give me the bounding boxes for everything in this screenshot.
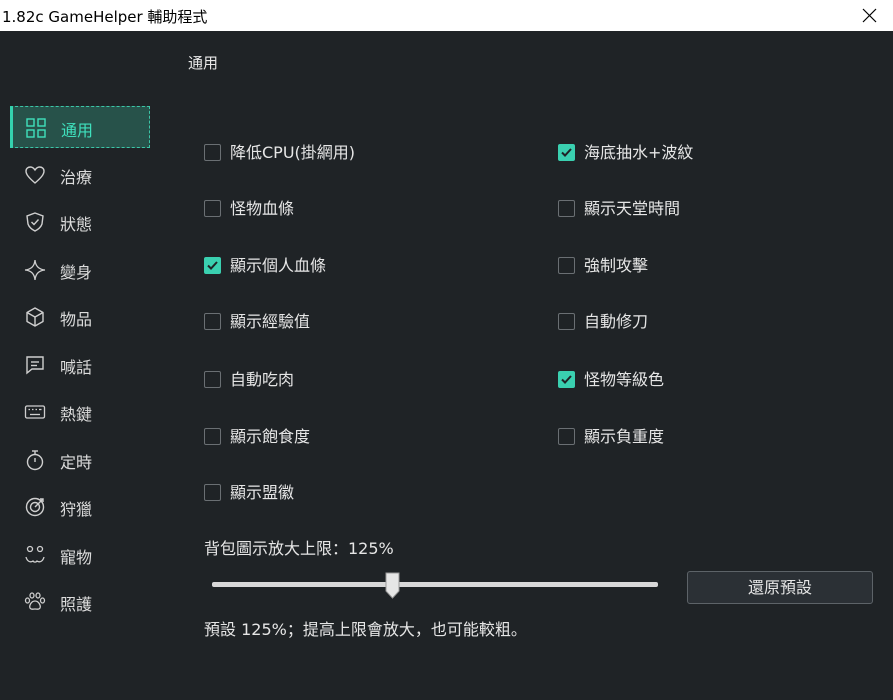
chat-icon (26, 356, 44, 375)
sidebar-item-label: 寵物 (60, 548, 93, 567)
sidebar-item-heal[interactable]: 治療 (10, 154, 150, 196)
shield-icon (26, 212, 44, 232)
sidebar-item-label: 照護 (60, 595, 93, 614)
sidebar-item-items[interactable]: 物品 (10, 296, 150, 338)
slider-label: 背包圖示放大上限：125% (204, 539, 394, 558)
check-icon (207, 261, 218, 270)
slider-thumb[interactable] (385, 572, 400, 599)
option-label: 降低CPU(掛網用) (230, 143, 356, 162)
sidebar-item-care[interactable]: 照護 (10, 581, 150, 623)
checkbox[interactable] (204, 257, 221, 274)
grid-icon (26, 118, 46, 138)
checkbox[interactable] (204, 313, 221, 330)
slider-hint: 預設 125%；提高上限會放大，也可能較粗。 (204, 620, 527, 639)
title-bar: 1.82c GameHelper 輔助程式 (0, 0, 893, 31)
heart-icon (25, 166, 45, 184)
option-label: 怪物等級色 (584, 370, 665, 389)
checkbox[interactable] (558, 428, 575, 445)
option-label: 自動修刀 (584, 312, 649, 331)
sidebar-item-label: 狩獵 (60, 500, 93, 519)
checkbox[interactable] (204, 371, 221, 388)
checkbox[interactable] (558, 200, 575, 217)
sidebar-item-general[interactable]: 通用 (10, 106, 150, 148)
sidebar-item-timer[interactable]: 定時 (10, 439, 150, 481)
sidebar-item-label: 定時 (60, 453, 93, 472)
slider-track[interactable] (212, 582, 658, 587)
close-icon (862, 8, 877, 23)
sidebar-item-transform[interactable]: 變身 (10, 249, 150, 291)
checkbox[interactable] (558, 371, 575, 388)
checkbox[interactable] (204, 484, 221, 501)
sidebar-item-pet[interactable]: 寵物 (10, 534, 150, 576)
window-title: 1.82c GameHelper 輔助程式 (2, 8, 208, 26)
option-label: 顯示天堂時間 (584, 199, 681, 218)
option-label: 強制攻擊 (584, 256, 649, 275)
slider-handle-icon (385, 572, 400, 599)
option-label: 自動吃肉 (230, 370, 295, 389)
checkbox[interactable] (558, 313, 575, 330)
target-icon (25, 497, 45, 517)
option-label: 顯示經驗值 (230, 312, 311, 331)
option-label: 顯示飽食度 (230, 427, 311, 446)
option-label: 顯示負重度 (584, 427, 665, 446)
stopwatch-icon (26, 450, 44, 471)
close-button[interactable] (847, 0, 893, 31)
checkbox[interactable] (558, 144, 575, 161)
check-icon (561, 148, 572, 157)
reset-defaults-button[interactable]: 還原預設 (687, 571, 873, 604)
sidebar-item-chat[interactable]: 喊話 (10, 344, 150, 386)
sidebar-item-label: 變身 (60, 263, 93, 282)
pet-face-icon (25, 545, 45, 563)
sidebar-item-hunting[interactable]: 狩獵 (10, 486, 150, 528)
option-label: 海底抽水+波紋 (584, 143, 694, 162)
sidebar-item-label: 狀態 (60, 215, 93, 234)
keyboard-icon (24, 405, 46, 419)
cube-icon (26, 307, 44, 327)
sidebar-item-label: 物品 (60, 310, 93, 329)
option-label: 顯示盟徽 (230, 483, 295, 502)
checkbox[interactable] (204, 144, 221, 161)
sidebar-item-label: 通用 (61, 121, 94, 140)
sidebar-item-label: 治療 (60, 168, 93, 187)
sidebar-item-hotkeys[interactable]: 熱鍵 (10, 391, 150, 433)
option-label: 怪物血條 (230, 199, 295, 218)
checkbox[interactable] (558, 257, 575, 274)
option-label: 顯示個人血條 (230, 256, 327, 275)
sidebar-item-label: 喊話 (60, 358, 93, 377)
check-icon (561, 375, 572, 384)
sparkle-icon (24, 259, 46, 281)
sidebar-item-status[interactable]: 狀態 (10, 201, 150, 243)
checkbox[interactable] (204, 200, 221, 217)
page-title: 通用 (188, 54, 219, 72)
sidebar-item-label: 熱鍵 (60, 405, 93, 424)
paw-icon (24, 592, 46, 610)
checkbox[interactable] (204, 428, 221, 445)
